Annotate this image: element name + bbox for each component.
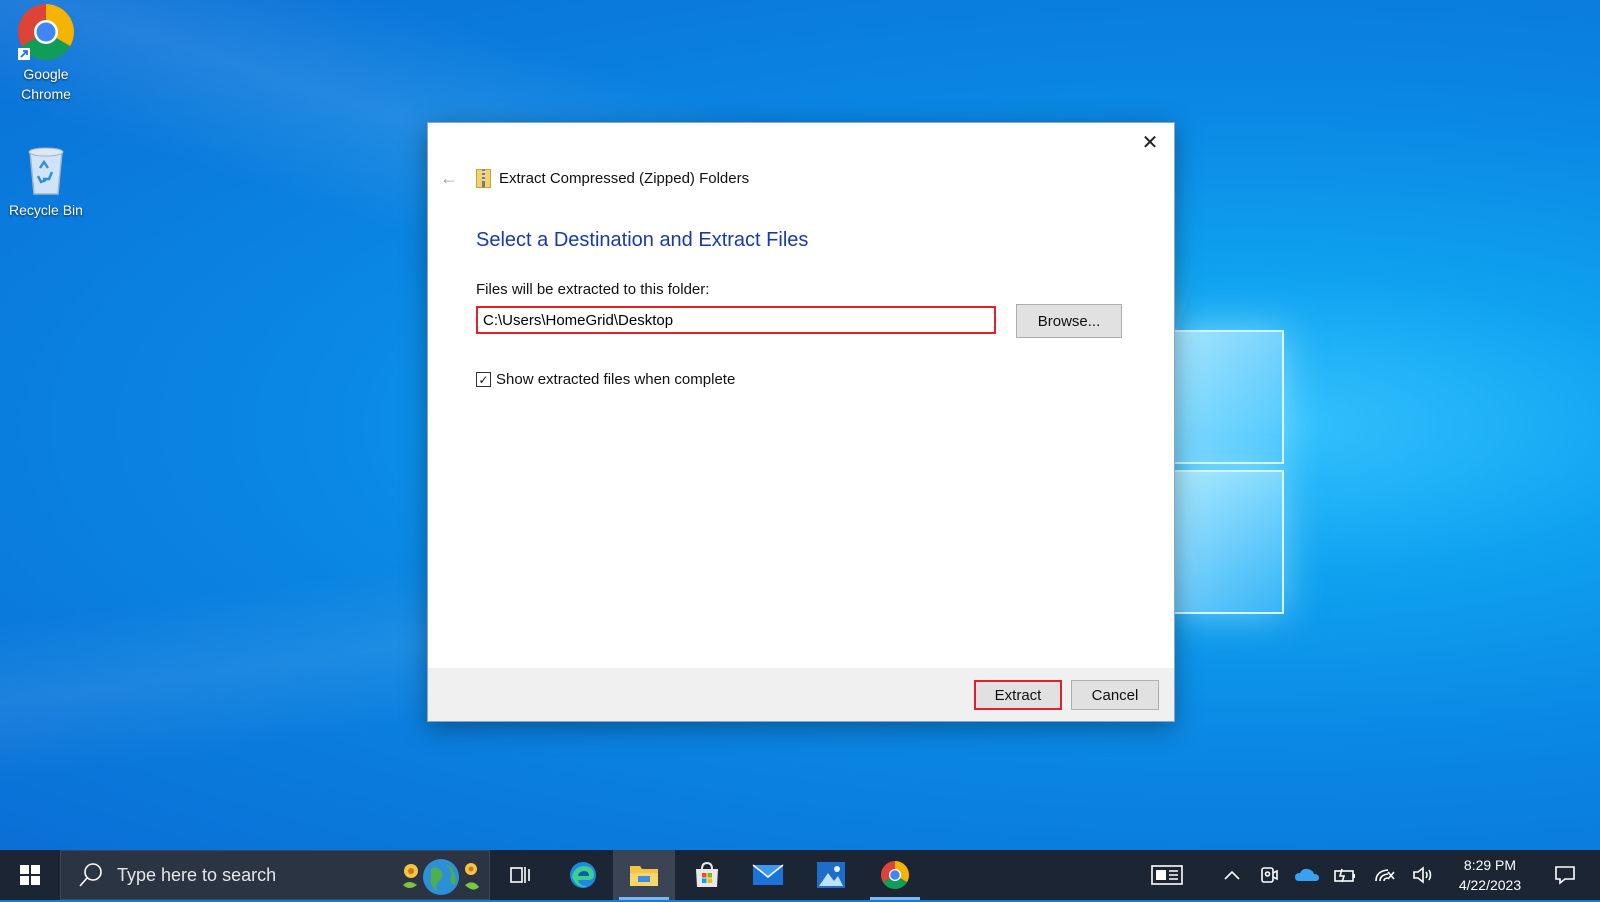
clock-time: 8:29 PM [1463, 857, 1517, 873]
network-button[interactable] [1370, 850, 1400, 900]
task-view-button[interactable] [500, 850, 540, 900]
dialog-heading: Select a Destination and Extract Files [476, 229, 809, 251]
battery-button[interactable] [1330, 850, 1360, 900]
destination-label: Files will be extracted to this folder: [476, 281, 710, 298]
close-button[interactable]: ✕ [1134, 129, 1166, 157]
desktop-icon-recycle-bin[interactable]: Recycle Bin [7, 138, 85, 220]
chrome-icon [16, 2, 76, 62]
extract-dialog: ✕ ← Extract Compressed (Zipped) Folders … [427, 122, 1175, 722]
battery-icon [1334, 868, 1355, 883]
chrome-icon [881, 861, 909, 889]
taskbar-search-box[interactable]: Type here to search [60, 850, 490, 900]
news-widget-button[interactable] [1142, 850, 1192, 900]
back-arrow-icon[interactable]: ← [438, 167, 460, 189]
taskbar: Type here to search 8:29 PM 4/22/2023 [0, 850, 1600, 900]
volume-icon [1413, 866, 1432, 884]
desktop-icon-label: Google Chrome [21, 66, 71, 102]
show-hidden-icons-button[interactable] [1218, 850, 1246, 900]
windows-logo-wallpaper [1170, 300, 1300, 614]
recycle-bin-icon [16, 138, 76, 198]
cancel-button[interactable]: Cancel [1071, 680, 1159, 710]
photos-icon [817, 862, 845, 888]
task-view-icon [510, 867, 530, 883]
dialog-footer: Extract Cancel [428, 668, 1174, 721]
meet-now-icon [1261, 867, 1278, 883]
notification-center-button[interactable] [1540, 850, 1590, 900]
chevron-up-icon [1224, 870, 1240, 880]
edge-icon [570, 862, 596, 888]
windows-start-icon [20, 865, 40, 885]
search-placeholder: Type here to search [117, 864, 277, 885]
destination-path-input[interactable] [476, 306, 996, 334]
notification-icon [1555, 866, 1575, 885]
taskbar-chrome[interactable] [864, 850, 926, 900]
clock[interactable]: 8:29 PM 4/22/2023 [1445, 850, 1535, 900]
taskbar-store[interactable] [677, 850, 737, 900]
file-explorer-icon [630, 866, 658, 886]
taskbar-photos[interactable] [800, 850, 862, 900]
news-icon [1151, 865, 1183, 885]
onedrive-button[interactable] [1292, 850, 1322, 900]
onedrive-icon [1295, 868, 1319, 881]
search-highlight-globe-icon[interactable] [395, 855, 483, 897]
dialog-title: Extract Compressed (Zipped) Folders [499, 169, 750, 187]
wifi-icon [1375, 869, 1395, 882]
show-files-checkbox[interactable]: ✓ [476, 372, 491, 387]
show-files-label: Show extracted files when complete [496, 371, 736, 388]
taskbar-edge[interactable] [553, 850, 613, 900]
extract-button[interactable]: Extract [974, 680, 1062, 710]
desktop-icon-label: Recycle Bin [9, 202, 83, 218]
meet-now-button[interactable] [1255, 850, 1283, 900]
taskbar-file-explorer[interactable] [613, 850, 675, 900]
store-icon [696, 861, 718, 887]
start-button[interactable] [0, 850, 60, 900]
clock-date: 4/22/2023 [1458, 877, 1522, 893]
desktop-icon-chrome[interactable]: Google Chrome [7, 2, 85, 104]
show-files-option[interactable]: ✓ Show extracted files when complete [476, 371, 735, 388]
volume-button[interactable] [1408, 850, 1438, 900]
mail-icon [752, 864, 784, 885]
zip-folder-icon [476, 168, 491, 188]
browse-button[interactable]: Browse... [1016, 304, 1122, 338]
search-icon [77, 861, 105, 889]
taskbar-mail[interactable] [738, 850, 798, 900]
dialog-title-row: Extract Compressed (Zipped) Folders [476, 167, 749, 189]
